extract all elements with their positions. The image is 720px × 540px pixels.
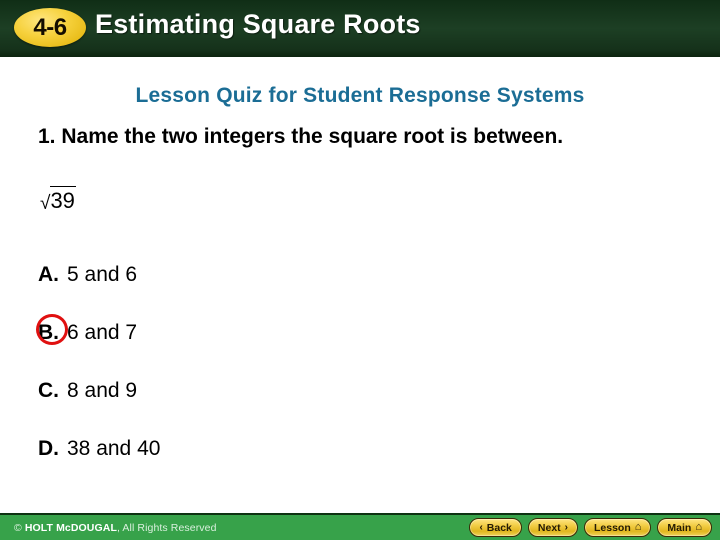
answer-choice-d[interactable]: D. 38 and 40 — [38, 438, 160, 459]
main-button[interactable]: Main ⌂ — [657, 518, 712, 537]
radicand-value: 39 — [50, 186, 76, 213]
copyright-symbol: © — [14, 522, 25, 534]
answer-choice-a[interactable]: A. 5 and 6 — [38, 264, 137, 285]
footer-bar: © HOLT McDOUGAL, All Rights Reserved ‹ B… — [0, 513, 720, 540]
quiz-subtitle: Lesson Quiz for Student Response Systems — [135, 84, 585, 107]
footer-navigation: ‹ Back Next › Lesson ⌂ Main ⌂ — [469, 518, 712, 537]
answer-choice-a-text: 5 and 6 — [67, 263, 138, 286]
home-icon: ⌂ — [634, 521, 642, 533]
back-button-label: Back — [486, 521, 512, 534]
answer-choice-b-letter: B. — [38, 321, 59, 344]
answer-choice-c-letter: C. — [38, 379, 59, 402]
copyright-brand: HOLT McDOUGAL — [24, 522, 117, 534]
answer-choice-c[interactable]: C. 8 and 9 — [38, 380, 137, 401]
copyright-rest: , All Rights Reserved — [116, 522, 217, 534]
next-button[interactable]: Next › — [527, 518, 578, 537]
slide-content: Lesson Quiz for Student Response Systems… — [0, 57, 720, 513]
lesson-button[interactable]: Lesson ⌂ — [584, 518, 652, 537]
answer-choice-d-text: 38 and 40 — [67, 437, 161, 460]
answer-choice-d-letter: D. — [38, 437, 59, 460]
page-title: Estimating Square Roots — [95, 9, 421, 39]
chevron-right-icon: › — [564, 521, 568, 533]
lesson-number-badge: 4-6 — [14, 8, 86, 47]
copyright-notice: © HOLT McDOUGAL, All Rights Reserved — [14, 522, 217, 534]
main-button-label: Main — [667, 521, 692, 534]
radical-sign-icon: √ — [40, 193, 51, 214]
chevron-left-icon: ‹ — [479, 521, 483, 533]
question-expression: √39 — [40, 186, 76, 214]
lesson-button-label: Lesson — [594, 521, 631, 534]
answer-choice-b-text: 6 and 7 — [67, 321, 138, 344]
question-prompt: 1. Name the two integers the square root… — [38, 125, 564, 148]
answer-choice-a-letter: A. — [38, 263, 59, 286]
home-icon: ⌂ — [695, 521, 702, 533]
slide-header-bar: 4-6 Estimating Square Roots — [0, 0, 720, 57]
answer-choice-c-text: 8 and 9 — [67, 379, 138, 402]
lesson-number-label: 4-6 — [33, 13, 67, 41]
back-button[interactable]: ‹ Back — [469, 518, 522, 537]
next-button-label: Next — [537, 521, 561, 534]
answer-choice-b[interactable]: B. 6 and 7 — [38, 322, 137, 343]
